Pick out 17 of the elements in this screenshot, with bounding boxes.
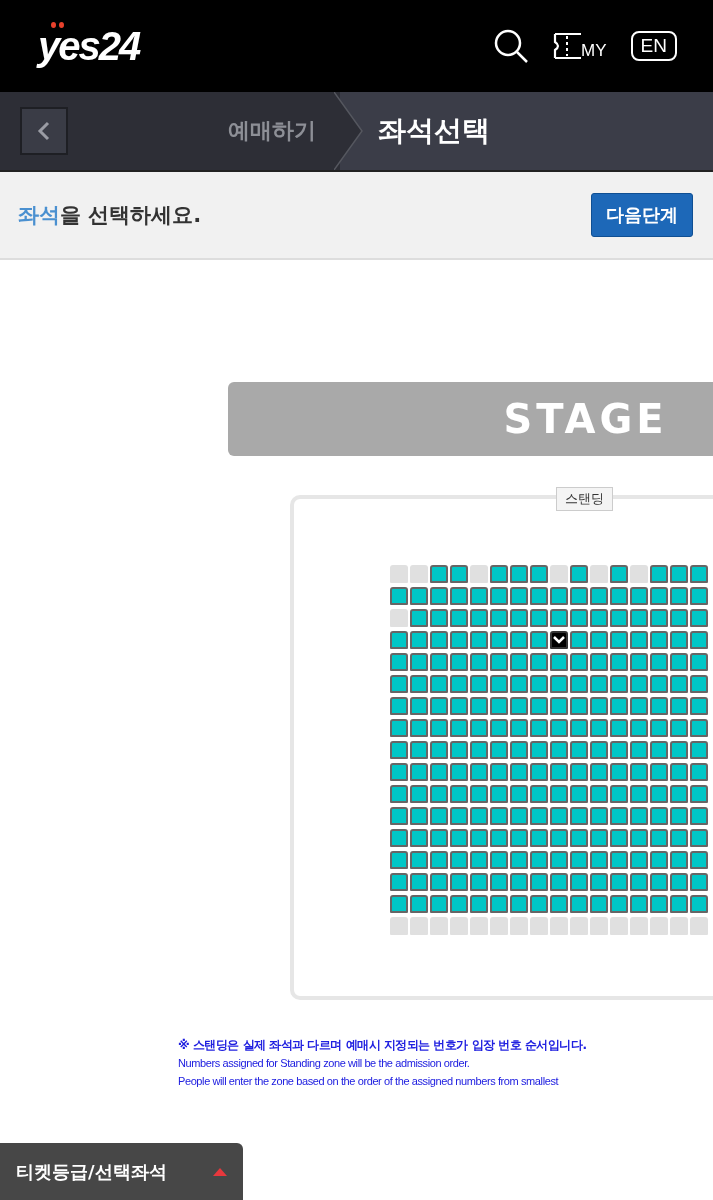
next-step-button[interactable]: 다음단계 bbox=[591, 193, 693, 237]
logo[interactable]: yes24 bbox=[38, 23, 140, 69]
note-text: People will enter the zone based on the order of the assigned numbers from smallest bbox=[178, 1074, 560, 1089]
search-icon[interactable] bbox=[493, 28, 530, 64]
note-text: ※ 스탠딩은 실제 좌석과 다르며 예매시 지정되는 번호가 입장 번호 순서입니다. bbox=[178, 1037, 588, 1054]
ticket-tab-label: 티켓등급/선택좌석 bbox=[16, 1159, 167, 1184]
seat[interactable] bbox=[550, 631, 568, 649]
stage-bar: STAGE bbox=[228, 382, 713, 456]
breadcrumb-step: 좌석선택 bbox=[364, 92, 490, 170]
instruction-text: 좌석을 선택하세요. bbox=[18, 202, 202, 229]
back-icon bbox=[37, 121, 51, 141]
my-ticket-button[interactable]: MY bbox=[553, 31, 607, 61]
zone-label: 스탠딩 bbox=[556, 487, 613, 511]
back-button[interactable] bbox=[20, 107, 68, 155]
language-button[interactable]: EN bbox=[630, 31, 677, 61]
ticket-tab[interactable]: 티켓등급/선택좌석 bbox=[0, 1143, 243, 1200]
note-text: Numbers assigned for Standing zone will be the admission order. bbox=[178, 1056, 471, 1071]
